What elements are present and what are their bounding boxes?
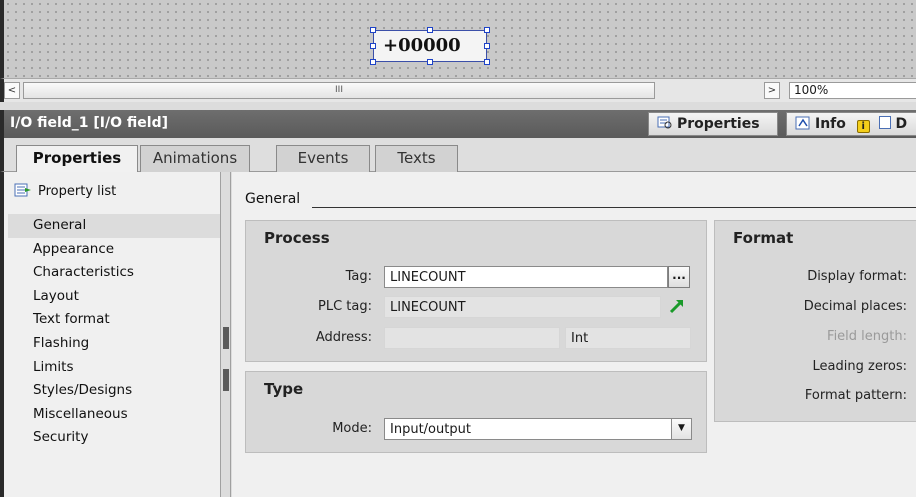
nav-item-styles-designs[interactable]: Styles/Designs [8, 379, 224, 403]
mode-label: Mode: [332, 421, 372, 436]
panel-splitter[interactable] [220, 172, 231, 497]
mode-value: Input/output [390, 422, 471, 437]
inspector-title: I/O field_1 [I/O field] [10, 115, 168, 131]
diagnostics-tab-icon[interactable] [878, 116, 891, 129]
format-pattern-label: Format pattern: [804, 388, 907, 403]
process-group: Process Tag: LINECOUNT ... PLC tag: LINE… [245, 220, 707, 362]
nav-item-flashing[interactable]: Flashing [8, 332, 224, 356]
horizontal-scrollbar[interactable]: < III > 100% [0, 78, 916, 102]
leading-zeros-label: Leading zeros: [812, 359, 907, 374]
collapse-left-icon[interactable] [223, 327, 229, 349]
field-length-label: Field length: [827, 329, 907, 344]
plc-tag-label: PLC tag: [318, 299, 372, 314]
zoom-select[interactable]: 100% [789, 82, 916, 99]
property-navigation: Property list General Appearance Charact… [0, 172, 224, 497]
section-title: General [245, 191, 301, 207]
inspector-title-bar: I/O field_1 [I/O field] Properties Info … [0, 110, 916, 138]
scroll-right-button[interactable]: > [764, 82, 780, 99]
tag-browse-button[interactable]: ... [668, 266, 690, 288]
screen-canvas[interactable]: +00000 [0, 0, 916, 78]
plc-tag-field: LINECOUNT [384, 296, 661, 318]
address-type-field: Int [565, 327, 691, 349]
mode-select[interactable]: Input/output ▼ [384, 418, 692, 440]
expand-right-icon[interactable] [223, 369, 229, 391]
section-divider [312, 207, 916, 208]
diagnostics-tab-label[interactable]: D [896, 116, 908, 132]
format-title: Format [733, 229, 794, 247]
nav-item-characteristics[interactable]: Characteristics [8, 261, 224, 285]
io-field[interactable]: +00000 [373, 30, 487, 62]
nav-item-layout[interactable]: Layout [8, 285, 224, 309]
property-list-link[interactable]: Property list [14, 183, 116, 199]
selection-handle[interactable] [370, 59, 376, 65]
property-group-list: General Appearance Characteristics Layou… [8, 214, 224, 450]
nav-item-miscellaneous[interactable]: Miscellaneous [8, 403, 224, 427]
inspector-tab-properties[interactable]: Properties [648, 112, 778, 136]
type-title: Type [264, 380, 304, 398]
selection-handle[interactable] [427, 27, 433, 33]
nav-item-limits[interactable]: Limits [8, 356, 224, 380]
selection-handle[interactable] [370, 27, 376, 33]
property-list-icon [14, 183, 32, 197]
scroll-left-button[interactable]: < [4, 82, 20, 99]
properties-icon [657, 116, 673, 130]
nav-item-appearance[interactable]: Appearance [8, 238, 224, 262]
property-content: General Process Tag: LINECOUNT ... PLC t… [232, 172, 916, 497]
tab-events[interactable]: Events [276, 145, 370, 172]
tab-properties[interactable]: Properties [16, 145, 138, 173]
selection-handle[interactable] [484, 43, 490, 49]
decimal-places-label: Decimal places: [803, 299, 907, 314]
selection-handle[interactable] [484, 59, 490, 65]
tag-input[interactable]: LINECOUNT [384, 266, 668, 288]
inspector-tab-info[interactable]: Info i D [786, 112, 916, 136]
tab-animations[interactable]: Animations [140, 145, 250, 172]
tab-texts[interactable]: Texts [375, 145, 458, 172]
process-title: Process [264, 229, 330, 247]
display-format-label: Display format: [807, 269, 907, 284]
nav-item-security[interactable]: Security [8, 426, 224, 450]
property-tabs: Properties Animations Events Texts [0, 138, 916, 173]
tag-label: Tag: [345, 269, 372, 284]
io-field-value: +00000 [383, 35, 461, 56]
selection-handle[interactable] [370, 43, 376, 49]
scroll-thumb[interactable]: III [23, 82, 655, 99]
selection-handle[interactable] [484, 27, 490, 33]
goto-plc-tag-icon[interactable] [668, 297, 686, 315]
type-group: Type Mode: Input/output ▼ [245, 371, 707, 453]
nav-item-text-format[interactable]: Text format [8, 308, 224, 332]
info-tab-icon [795, 116, 811, 130]
warning-info-icon: i [856, 120, 870, 133]
nav-item-general[interactable]: General [8, 214, 224, 238]
address-field [384, 327, 560, 349]
selection-handle[interactable] [427, 59, 433, 65]
address-label: Address: [315, 330, 372, 345]
format-group: Format Display format: Decimal places: F… [714, 220, 916, 422]
chevron-down-icon[interactable]: ▼ [671, 419, 691, 439]
